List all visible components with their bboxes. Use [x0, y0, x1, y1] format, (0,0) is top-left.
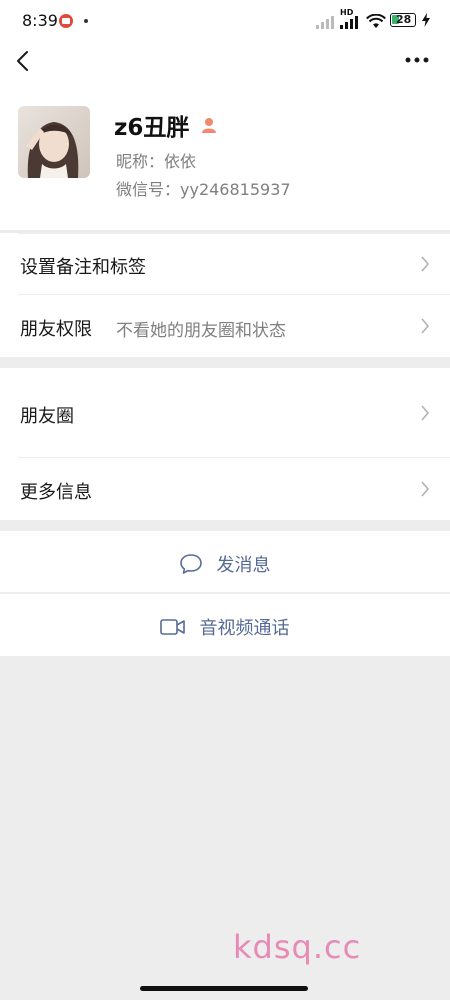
profile-header: z6丑胖 昵称：依依 微信号：yy246815937 — [0, 40, 450, 230]
status-dot — [84, 19, 88, 23]
notification-icon — [59, 14, 73, 28]
remark-tags-label: 设置备注和标签 — [20, 257, 146, 278]
back-icon[interactable] — [10, 48, 36, 74]
wifi-icon — [366, 14, 386, 28]
battery-icon: 28 — [390, 13, 416, 27]
video-camera-icon — [160, 619, 186, 635]
wechat-id: 微信号：yy246815937 — [116, 180, 291, 199]
chevron-right-icon — [421, 405, 430, 421]
nickname: 昵称：依依 — [116, 152, 197, 171]
chevron-right-icon — [421, 256, 430, 272]
send-message-label: 发消息 — [216, 555, 271, 576]
remark-tags-row[interactable]: 设置备注和标签 — [0, 233, 450, 295]
watermark: kdsq.cc — [233, 928, 362, 966]
friend-permissions-row[interactable]: 朋友权限 不看她的朋友圈和状态 — [0, 295, 450, 357]
home-indicator[interactable] — [140, 986, 308, 991]
profile-name: z6丑胖 — [114, 115, 190, 141]
chevron-right-icon — [421, 318, 430, 334]
video-call-label: 音视频通话 — [199, 618, 290, 639]
friend-permissions-label: 朋友权限 — [20, 319, 92, 340]
divider — [18, 233, 450, 234]
charging-icon — [422, 13, 430, 27]
chevron-right-icon — [421, 481, 430, 497]
moments-row[interactable]: 朋友圈 — [0, 368, 450, 458]
friend-permissions-value: 不看她的朋友圈和状态 — [116, 321, 286, 341]
moments-label: 朋友圈 — [20, 406, 74, 427]
signal-icon — [340, 16, 358, 29]
more-info-label: 更多信息 — [20, 482, 92, 503]
video-call-button[interactable]: 音视频通话 — [0, 594, 450, 656]
more-icon[interactable] — [404, 52, 430, 68]
divider — [0, 592, 450, 593]
chat-bubble-icon — [180, 554, 203, 574]
avatar[interactable] — [18, 106, 90, 178]
status-bar: 8:39 HD 28 — [0, 0, 450, 40]
send-message-button[interactable]: 发消息 — [0, 531, 450, 593]
signal-icon — [316, 16, 334, 29]
person-badge-icon — [202, 118, 217, 133]
more-info-row[interactable]: 更多信息 — [0, 458, 450, 520]
name-row: z6丑胖 — [114, 108, 218, 141]
status-time: 8:39 — [22, 11, 58, 30]
